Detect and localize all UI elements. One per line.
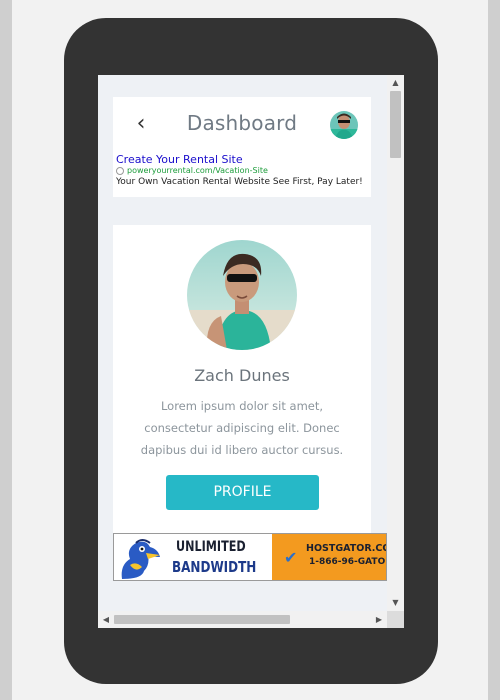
scroll-up-icon[interactable]: ▲: [387, 75, 404, 91]
scrollbar-corner: [387, 611, 404, 628]
scroll-down-icon[interactable]: ▼: [387, 595, 404, 611]
profile-photo: [187, 240, 297, 350]
header-card: ‹ Dashboard Create Your Rental Site powe…: [113, 97, 371, 197]
ad-title-link[interactable]: Create Your Rental Site: [116, 153, 378, 166]
scroll-left-icon[interactable]: ◀: [98, 611, 114, 628]
horizontal-scroll-thumb[interactable]: [114, 615, 290, 624]
checkmark-icon: ✔: [284, 548, 298, 567]
ad-url-row[interactable]: poweryourrental.com/Vacation-Site: [116, 166, 378, 176]
hostgator-banner-ad[interactable]: UNLIMITED BANDWIDTH ✔ HOSTGATOR.CO 1-866…: [113, 533, 387, 581]
profile-button[interactable]: PROFILE: [166, 475, 319, 510]
phone-screen: ‹ Dashboard Create Your Rental Site powe…: [98, 75, 404, 628]
banner-site: HOSTGATOR.CO: [306, 543, 387, 554]
banner-right-panel: ✔ HOSTGATOR.CO 1-866-96-GATO: [272, 534, 387, 580]
scroll-right-icon[interactable]: ▶: [371, 611, 387, 628]
banner-left-panel: UNLIMITED BANDWIDTH: [114, 534, 272, 580]
banner-line2: BANDWIDTH: [172, 558, 257, 576]
ad-url[interactable]: poweryourrental.com/Vacation-Site: [127, 166, 268, 175]
profile-name: Zach Dunes: [194, 366, 290, 385]
ad-description: Your Own Vacation Rental Website See Fir…: [116, 177, 363, 187]
banner-line1: UNLIMITED: [176, 539, 246, 555]
vertical-scroll-thumb[interactable]: [390, 91, 401, 158]
gator-mascot-icon: [116, 535, 164, 580]
horizontal-scrollbar[interactable]: ◀ ▶: [98, 611, 387, 628]
profile-card: Zach Dunes Lorem ipsum dolor sit amet, c…: [113, 225, 371, 545]
banner-phone: 1-866-96-GATO: [309, 557, 386, 567]
vertical-scrollbar[interactable]: ▲ ▼: [387, 75, 404, 611]
profile-bio: Lorem ipsum dolor sit amet, consectetur …: [140, 399, 344, 457]
ad-info-icon[interactable]: [116, 166, 124, 175]
avatar[interactable]: [330, 111, 358, 139]
text-ad: Create Your Rental Site poweryourrental.…: [116, 153, 378, 188]
